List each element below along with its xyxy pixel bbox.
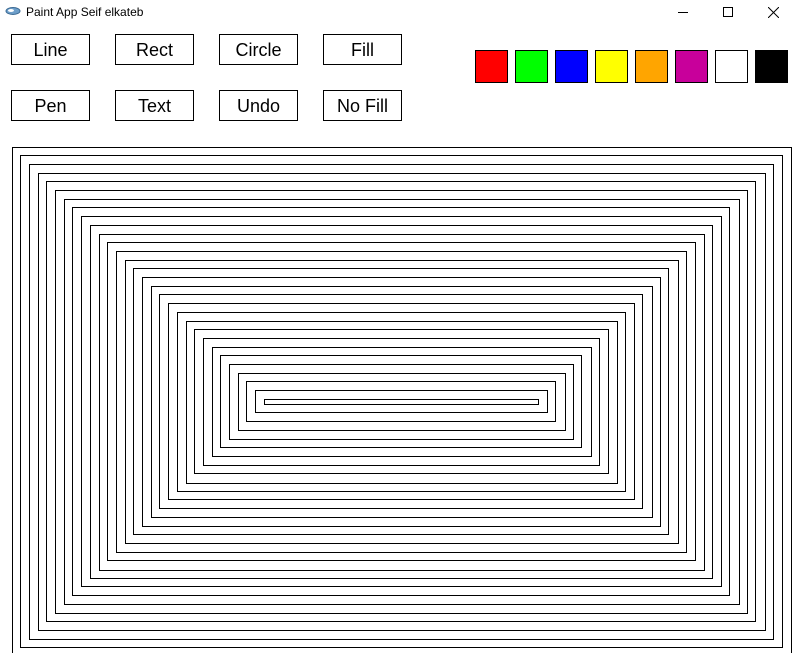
drawn-rectangle: [159, 294, 643, 509]
fill-button[interactable]: Fill: [323, 34, 402, 65]
drawn-rectangle: [133, 268, 669, 535]
color-swatch-blue[interactable]: [555, 50, 588, 83]
color-swatch-green[interactable]: [515, 50, 548, 83]
maximize-icon: [723, 7, 733, 17]
drawn-rectangle: [29, 164, 774, 640]
drawn-rectangle: [72, 207, 730, 596]
drawn-rectangle: [194, 329, 609, 474]
line-button[interactable]: Line: [11, 34, 90, 65]
minimize-icon: [678, 12, 688, 13]
color-swatch-yellow[interactable]: [595, 50, 628, 83]
color-swatch-red[interactable]: [475, 50, 508, 83]
color-swatch-magenta[interactable]: [675, 50, 708, 83]
drawing-canvas[interactable]: [11, 146, 796, 653]
drawn-rectangle: [212, 347, 592, 457]
color-swatch-black[interactable]: [755, 50, 788, 83]
no-fill-button[interactable]: No Fill: [323, 90, 402, 121]
drawn-rectangle: [220, 355, 582, 448]
drawn-rectangle: [125, 260, 679, 544]
drawn-rectangle: [12, 147, 792, 653]
drawn-rectangle: [116, 251, 687, 553]
drawn-rectangle: [99, 234, 705, 571]
canvas-drawing: [12, 147, 792, 653]
drawn-rectangle: [246, 381, 556, 422]
drawn-rectangle: [177, 312, 626, 492]
circle-button[interactable]: Circle: [219, 34, 298, 65]
window-title: Paint App Seif elkateb: [26, 5, 144, 19]
drawn-rectangle: [46, 181, 756, 622]
close-button[interactable]: [750, 0, 796, 24]
app-icon: [4, 4, 22, 18]
drawn-rectangle: [107, 242, 696, 561]
minimize-button[interactable]: [660, 0, 706, 24]
rect-button[interactable]: Rect: [115, 34, 194, 65]
drawn-rectangle: [203, 338, 600, 466]
color-swatch-white[interactable]: [715, 50, 748, 83]
drawn-rectangle: [255, 390, 548, 413]
pen-button[interactable]: Pen: [11, 90, 90, 121]
color-swatch-orange[interactable]: [635, 50, 668, 83]
drawn-rectangle: [264, 399, 539, 405]
maximize-button[interactable]: [705, 0, 751, 24]
drawn-rectangle: [229, 364, 574, 440]
close-icon: [767, 6, 779, 18]
title-bar: Paint App Seif elkateb: [0, 0, 796, 24]
drawn-rectangle: [90, 225, 713, 579]
undo-button[interactable]: Undo: [219, 90, 298, 121]
drawn-rectangle: [186, 321, 618, 484]
text-button[interactable]: Text: [115, 90, 194, 121]
